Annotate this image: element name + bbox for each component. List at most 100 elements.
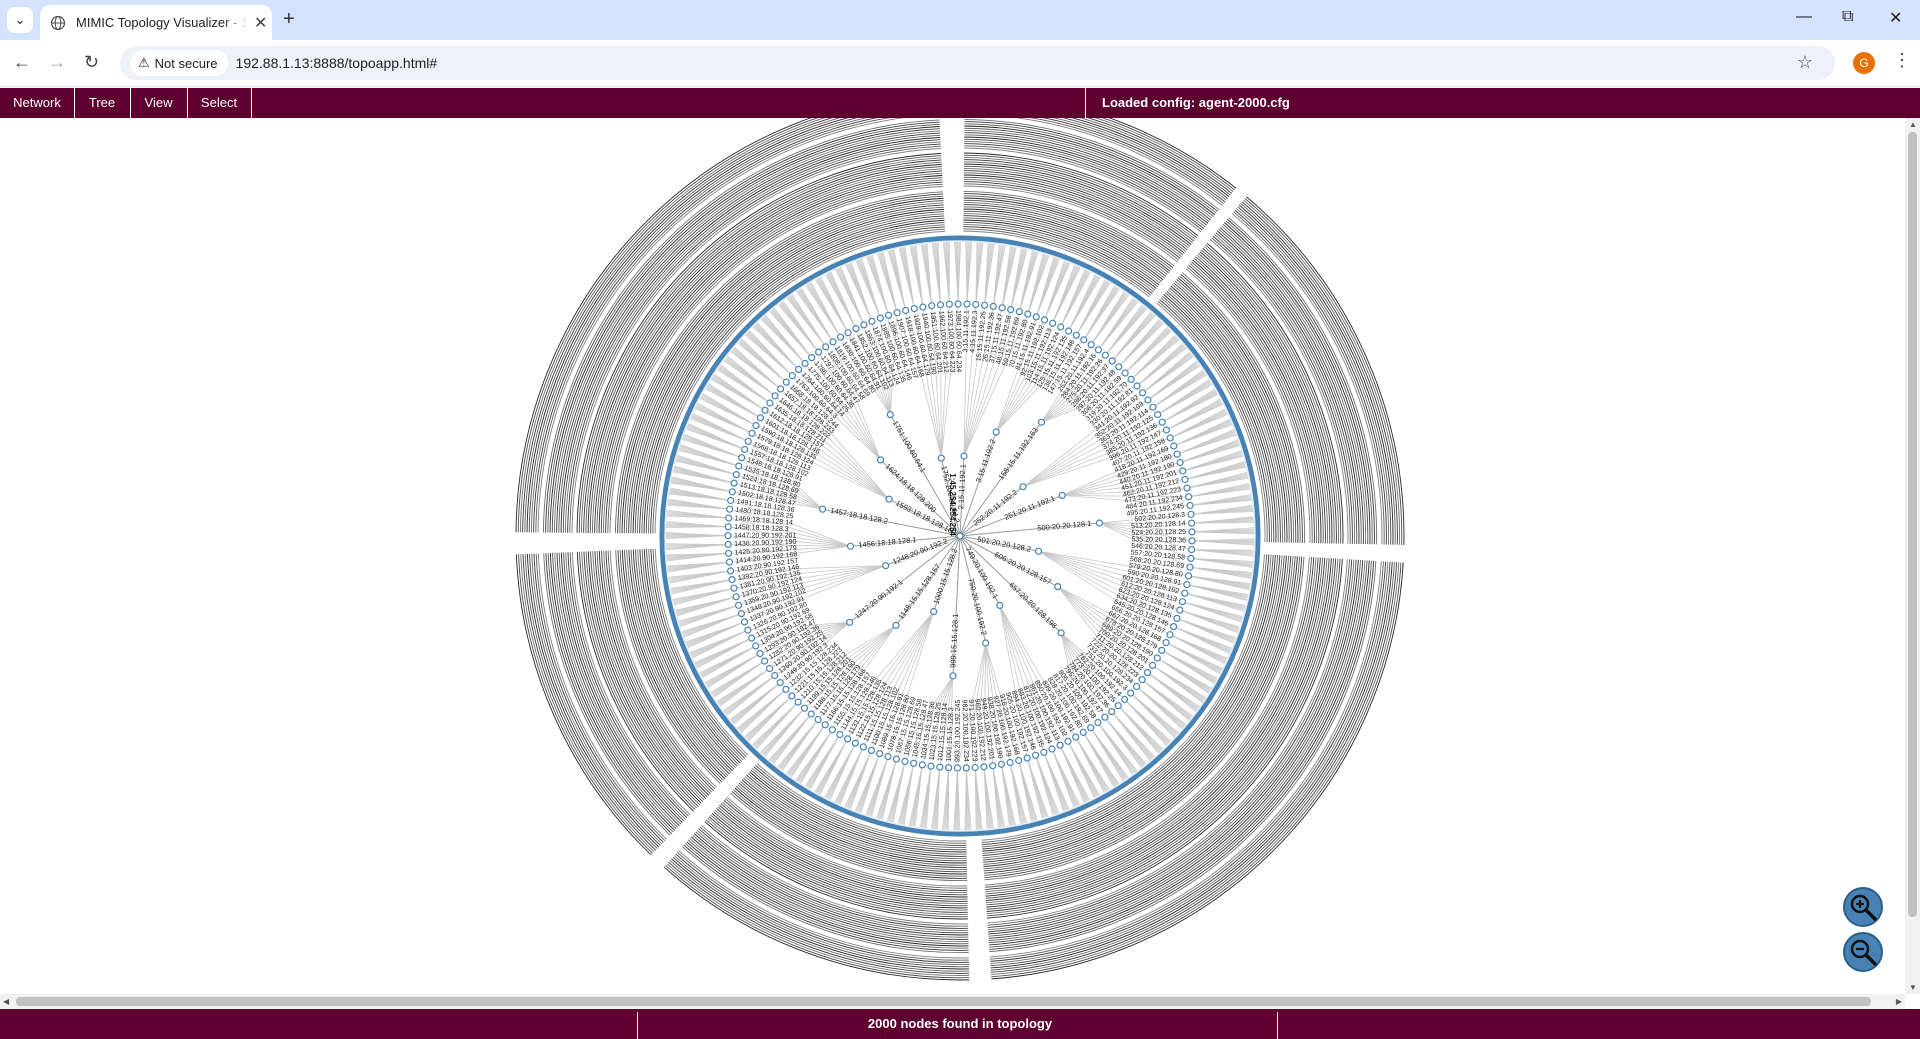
hub-node[interactable] xyxy=(885,495,893,503)
leaf-node[interactable] xyxy=(1183,581,1191,589)
leaf-node[interactable] xyxy=(884,311,893,319)
leaf-node[interactable] xyxy=(1006,758,1014,767)
leaf-node[interactable] xyxy=(953,764,962,772)
leaf-node[interactable] xyxy=(732,471,740,479)
root-node[interactable] xyxy=(956,532,964,540)
leaf-node[interactable] xyxy=(741,445,749,454)
leaf-node[interactable] xyxy=(737,454,746,462)
leaf-node[interactable] xyxy=(1023,754,1031,762)
leaf-node[interactable] xyxy=(1133,382,1141,390)
leaf-node[interactable] xyxy=(808,354,816,362)
leaf-node[interactable] xyxy=(1166,631,1174,639)
leaf-node[interactable] xyxy=(1181,475,1189,484)
leaf-node[interactable] xyxy=(1162,426,1171,434)
leaf-node[interactable] xyxy=(998,304,1006,312)
leaf-node[interactable] xyxy=(1187,554,1195,562)
leaf-node[interactable] xyxy=(884,752,892,761)
leaf-node[interactable] xyxy=(1132,682,1141,691)
leaf-node[interactable] xyxy=(836,333,845,341)
radial-tree-graph[interactable]: 3:15.11.192.14:15.11.192.315:15.11.192.2… xyxy=(0,118,1905,994)
restore-icon[interactable]: ⧉ xyxy=(1842,8,1853,26)
leaf-node[interactable] xyxy=(765,664,774,673)
leaf-node[interactable] xyxy=(989,302,997,310)
horizontal-scrollbar[interactable]: ◀ ▶ xyxy=(0,994,1905,1009)
leaf-node[interactable] xyxy=(1187,546,1196,554)
url-text[interactable]: 192.88.1.13:8888/topoapp.html# xyxy=(236,55,438,71)
leaf-node[interactable] xyxy=(1087,341,1095,349)
leaf-node[interactable] xyxy=(1048,745,1056,753)
leaf-node[interactable] xyxy=(1101,713,1109,721)
leaf-node[interactable] xyxy=(756,649,764,658)
menu-tree[interactable]: Tree xyxy=(74,88,131,118)
leaf-node[interactable] xyxy=(1179,467,1187,475)
leaf-node[interactable] xyxy=(807,710,815,718)
leaf-node[interactable] xyxy=(1072,733,1080,741)
leaf-node[interactable] xyxy=(1121,369,1129,377)
leaf-node[interactable] xyxy=(726,567,735,575)
back-arrow-icon[interactable]: ← xyxy=(13,52,31,73)
leaf-node[interactable] xyxy=(724,532,732,540)
leaf-node[interactable] xyxy=(724,540,732,549)
leaf-node[interactable] xyxy=(1169,623,1178,631)
leaf-node[interactable] xyxy=(1154,411,1162,419)
hub-node[interactable] xyxy=(1058,491,1066,499)
leaf-node[interactable] xyxy=(1079,728,1087,737)
leaf-node[interactable] xyxy=(1072,331,1080,339)
menu-select[interactable]: Select xyxy=(187,88,252,118)
leaf-node[interactable] xyxy=(843,735,852,743)
leaf-node[interactable] xyxy=(1138,676,1146,684)
leaf-node[interactable] xyxy=(901,306,910,315)
hub-node[interactable] xyxy=(1054,583,1062,591)
leaf-node[interactable] xyxy=(782,378,790,386)
leaf-node[interactable] xyxy=(737,610,746,618)
leaf-node[interactable] xyxy=(725,558,734,566)
leaf-node[interactable] xyxy=(1024,310,1032,318)
new-tab-button[interactable]: + xyxy=(283,8,295,31)
leaf-node[interactable] xyxy=(1166,434,1174,442)
hub-node[interactable] xyxy=(1095,519,1104,527)
leaf-node[interactable] xyxy=(1015,308,1023,316)
browser-tab[interactable]: MIMIC Topology Visualizer - 192.88.1.13 … xyxy=(40,5,272,40)
leaf-node[interactable] xyxy=(771,392,779,400)
scroll-up-icon[interactable]: ▲ xyxy=(1909,120,1917,129)
leaf-node[interactable] xyxy=(744,626,752,634)
leaf-node[interactable] xyxy=(800,704,809,712)
leaf-node[interactable] xyxy=(971,763,979,772)
leaf-node[interactable] xyxy=(724,523,732,531)
leaf-node[interactable] xyxy=(1048,319,1057,327)
leaf-node[interactable] xyxy=(945,300,953,308)
forward-arrow-icon[interactable]: → xyxy=(48,52,66,73)
leaf-node[interactable] xyxy=(728,488,736,496)
leaf-node[interactable] xyxy=(1087,724,1095,732)
hub-node[interactable] xyxy=(818,505,827,513)
leaf-node[interactable] xyxy=(814,348,823,356)
leaf-node[interactable] xyxy=(752,421,760,430)
minimize-icon[interactable]: — xyxy=(1796,8,1812,26)
leaf-node[interactable] xyxy=(761,406,769,414)
leaf-node[interactable] xyxy=(782,685,790,693)
leaf-node[interactable] xyxy=(1115,363,1123,371)
hub-node[interactable] xyxy=(949,672,957,680)
leaf-node[interactable] xyxy=(756,414,765,422)
leaf-node[interactable] xyxy=(752,642,760,650)
tab-search-button[interactable]: ⌄ xyxy=(7,7,33,33)
leaf-node[interactable] xyxy=(730,479,738,487)
scroll-down-icon[interactable]: ▼ xyxy=(1909,983,1917,992)
leaf-node[interactable] xyxy=(1040,316,1049,324)
leaf-node[interactable] xyxy=(1064,737,1072,745)
leaf-node[interactable] xyxy=(954,300,962,308)
leaf-node[interactable] xyxy=(936,763,944,771)
leaf-node[interactable] xyxy=(972,300,980,309)
leaf-node[interactable] xyxy=(1032,313,1040,321)
menu-view[interactable]: View xyxy=(130,88,188,118)
zoom-out-button[interactable] xyxy=(1843,932,1883,972)
leaf-node[interactable] xyxy=(725,514,733,522)
scroll-right-icon[interactable]: ▶ xyxy=(1896,997,1902,1006)
leaf-node[interactable] xyxy=(821,721,829,729)
address-bar[interactable]: ⚠ Not secure 192.88.1.13:8888/topoapp.ht… xyxy=(120,46,1835,80)
leaf-node[interactable] xyxy=(1148,661,1157,670)
leaf-node[interactable] xyxy=(1144,396,1152,404)
leaf-node[interactable] xyxy=(852,325,860,333)
leaf-node[interactable] xyxy=(794,365,803,373)
vertical-scrollbar[interactable]: ▲ ▼ xyxy=(1905,118,1920,994)
